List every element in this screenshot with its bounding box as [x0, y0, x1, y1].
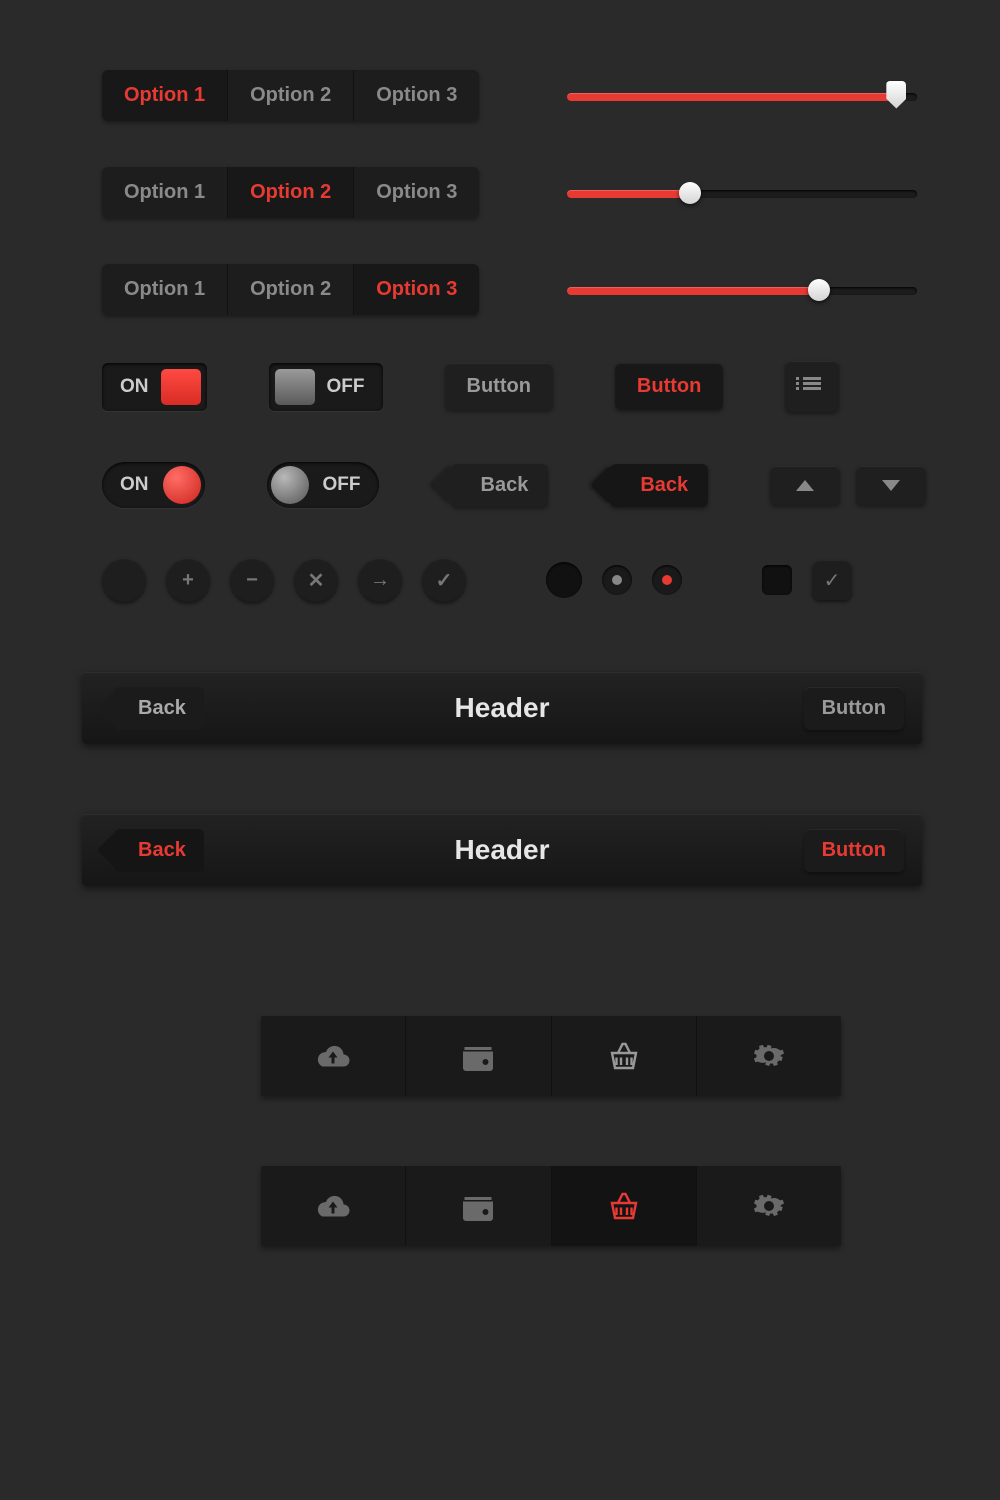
segment-option-3[interactable]: Option 3: [354, 167, 479, 218]
toggle-square-on[interactable]: ON: [102, 363, 207, 411]
slider-3[interactable]: [567, 275, 917, 305]
basket-icon: [606, 1041, 642, 1071]
header-title: Header: [455, 834, 550, 866]
tab-cloud[interactable]: [261, 1166, 406, 1246]
minus-icon: −: [246, 569, 258, 592]
slider-thumb[interactable]: [886, 81, 906, 109]
slider-2[interactable]: [567, 178, 917, 208]
cloud-upload-icon: [315, 1191, 351, 1221]
header-back-button[interactable]: Back: [114, 829, 204, 872]
toggle-on-label: ON: [108, 376, 161, 398]
checkbox-checked[interactable]: ✓: [812, 560, 852, 600]
close-icon: ✕: [308, 568, 325, 593]
toggle-off-label: OFF: [315, 376, 377, 398]
header-bar-1: Back Header Button: [82, 672, 922, 744]
segment-option-2[interactable]: Option 2: [228, 264, 354, 315]
segment-option-2[interactable]: Option 2: [228, 167, 354, 218]
tab-bar-1: [261, 1016, 841, 1096]
header-back-button[interactable]: Back: [114, 687, 204, 730]
toggle-round-on[interactable]: ON: [102, 462, 205, 508]
arrow-up-button[interactable]: [770, 466, 840, 505]
segment-option-1[interactable]: Option 1: [102, 167, 228, 218]
toggle-knob: [163, 466, 201, 504]
toggle-round-off[interactable]: OFF: [267, 462, 379, 508]
gear-icon: [751, 1041, 787, 1071]
radio-solid[interactable]: [546, 562, 582, 598]
segment-option-3[interactable]: Option 3: [354, 70, 479, 121]
wallet-icon: [460, 1191, 496, 1221]
round-button-next[interactable]: →: [358, 558, 402, 602]
tab-basket[interactable]: [552, 1016, 697, 1096]
tab-basket[interactable]: [552, 1166, 697, 1246]
segmented-control-3[interactable]: Option 1 Option 2 Option 3: [102, 264, 479, 315]
segmented-control-1[interactable]: Option 1 Option 2 Option 3: [102, 70, 479, 121]
tab-wallet[interactable]: [406, 1016, 551, 1096]
tab-settings[interactable]: [697, 1166, 841, 1246]
toggle-knob: [271, 466, 309, 504]
chevron-up-icon: [796, 480, 814, 491]
arrow-right-icon: →: [370, 569, 390, 592]
toggle-knob: [161, 369, 201, 405]
segmented-control-2[interactable]: Option 1 Option 2 Option 3: [102, 167, 479, 218]
round-button-blank[interactable]: [102, 558, 146, 602]
slider-thumb[interactable]: [679, 182, 701, 204]
button-red[interactable]: Button: [615, 363, 723, 410]
plus-icon: +: [182, 569, 194, 592]
round-button-minus[interactable]: −: [230, 558, 274, 602]
slider-1[interactable]: [567, 81, 917, 111]
segment-option-1[interactable]: Option 1: [102, 264, 228, 315]
list-icon: [803, 375, 821, 392]
header-action-button[interactable]: Button: [804, 687, 904, 730]
tab-wallet[interactable]: [406, 1166, 551, 1246]
back-button-red[interactable]: Back: [610, 464, 708, 507]
tab-settings[interactable]: [697, 1016, 841, 1096]
segment-option-3[interactable]: Option 3: [354, 264, 479, 315]
cloud-upload-icon: [315, 1041, 351, 1071]
gear-icon: [751, 1191, 787, 1221]
tab-cloud[interactable]: [261, 1016, 406, 1096]
toggle-on-label: ON: [106, 474, 163, 496]
round-button-check[interactable]: ✓: [422, 558, 466, 602]
toggle-off-label: OFF: [309, 474, 375, 496]
toggle-knob: [275, 369, 315, 405]
header-title: Header: [455, 692, 550, 724]
slider-thumb[interactable]: [808, 279, 830, 301]
button-plain[interactable]: Button: [445, 363, 553, 410]
checkbox-empty[interactable]: [762, 565, 792, 595]
basket-icon: [606, 1191, 642, 1221]
arrow-down-button[interactable]: [856, 466, 926, 505]
radio-dot: [662, 575, 672, 585]
check-icon: ✓: [436, 568, 453, 593]
list-button[interactable]: [785, 361, 839, 412]
slider-fill: [567, 93, 896, 101]
tab-bar-2: [261, 1166, 841, 1246]
header-bar-2: Back Header Button: [82, 814, 922, 886]
segment-option-1[interactable]: Option 1: [102, 70, 228, 121]
round-button-close[interactable]: ✕: [294, 558, 338, 602]
radio-red[interactable]: [652, 565, 682, 595]
radio-grey[interactable]: [602, 565, 632, 595]
check-icon: ✓: [824, 568, 841, 593]
header-action-button[interactable]: Button: [804, 829, 904, 872]
slider-fill: [567, 287, 819, 295]
radio-dot: [612, 575, 622, 585]
toggle-square-off[interactable]: OFF: [269, 363, 383, 411]
round-button-plus[interactable]: +: [166, 558, 210, 602]
back-button[interactable]: Back: [451, 464, 549, 507]
chevron-down-icon: [882, 480, 900, 491]
wallet-icon: [460, 1041, 496, 1071]
segment-option-2[interactable]: Option 2: [228, 70, 354, 121]
slider-fill: [567, 190, 690, 198]
